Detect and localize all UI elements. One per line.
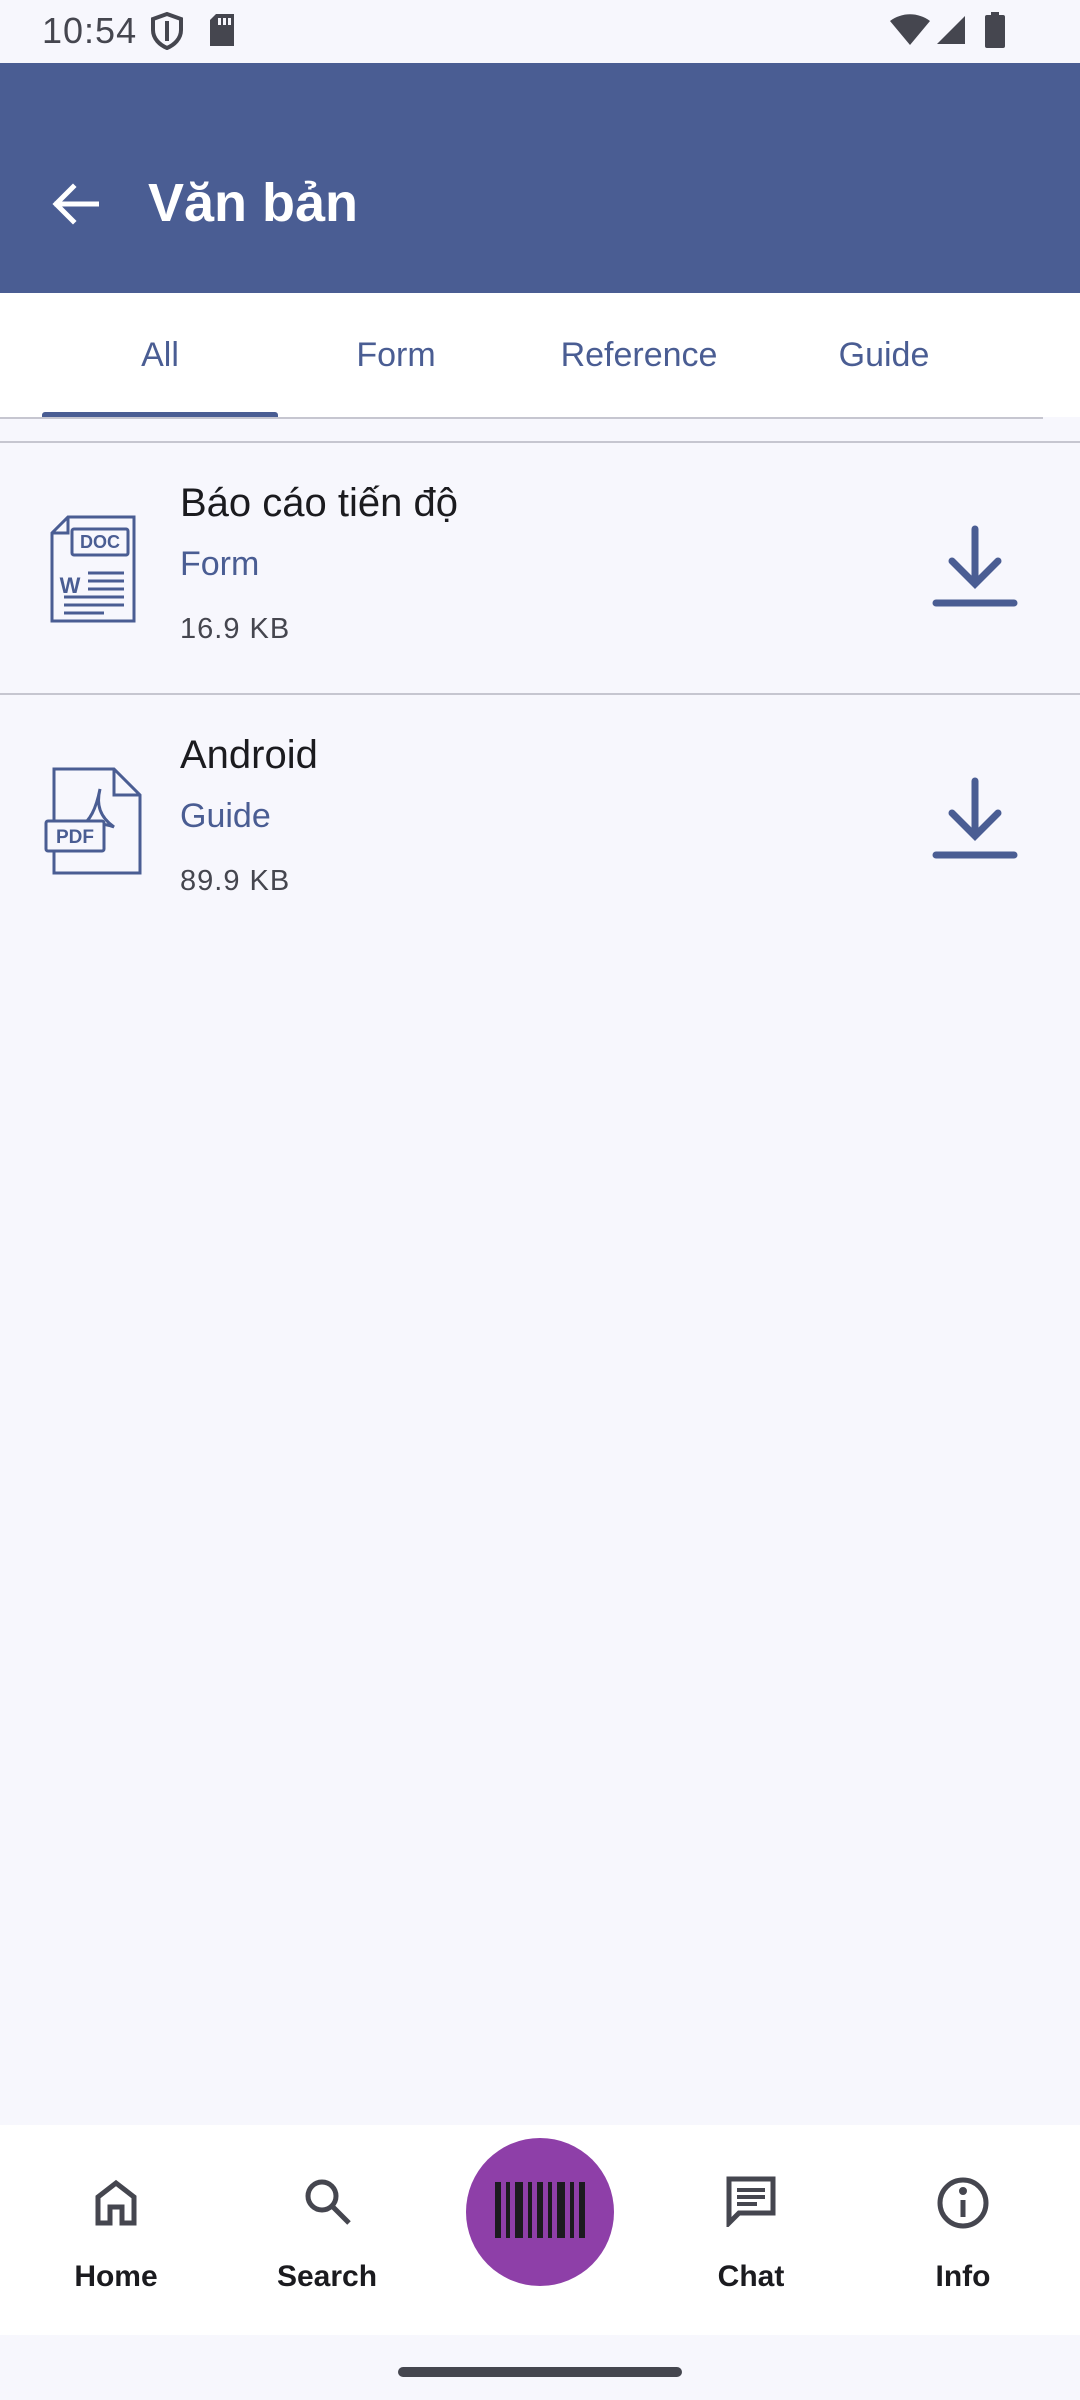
tab-underline (0, 417, 1043, 419)
list-item[interactable]: DOC W Báo cáo tiến độ Form 16.9 KB (0, 443, 1080, 693)
app-bar: Văn bản (0, 63, 1080, 293)
nav-label-chat: Chat (717, 2260, 785, 2293)
download-icon (930, 773, 1020, 868)
battery-icon (985, 12, 1005, 53)
gesture-handle[interactable] (398, 2367, 682, 2377)
scan-button[interactable] (466, 2138, 614, 2286)
tab-bar: All Form Reference Guide (0, 293, 1080, 419)
svg-text:PDF: PDF (56, 827, 94, 848)
info-icon (935, 2175, 991, 2236)
cellular-signal-icon (935, 14, 967, 51)
document-title: Báo cáo tiến độ (180, 481, 458, 525)
tab-form[interactable]: Form (278, 293, 514, 417)
nav-label-home: Home (74, 2260, 158, 2293)
document-category: Form (180, 545, 260, 583)
svg-text:DOC: DOC (80, 532, 120, 552)
document-size: 89.9 KB (180, 865, 291, 897)
status-bar: 10:54 (0, 0, 1080, 63)
barcode-scan-icon (495, 2181, 585, 2243)
download-button[interactable] (925, 513, 1025, 623)
nav-info[interactable]: Info (863, 2125, 1063, 2335)
nav-chat[interactable]: Chat (651, 2125, 851, 2335)
doc-file-icon: DOC W (44, 513, 144, 628)
document-size: 16.9 KB (180, 613, 291, 645)
tab-guide[interactable]: Guide (764, 293, 1004, 417)
svg-text:W: W (60, 573, 81, 598)
nav-label-info: Info (935, 2260, 991, 2293)
download-icon (930, 521, 1020, 616)
nav-search[interactable]: Search (227, 2125, 427, 2335)
wifi-icon (890, 14, 930, 51)
nav-home[interactable]: Home (16, 2125, 216, 2335)
status-time: 10:54 (42, 10, 138, 51)
arrow-back-icon (51, 182, 100, 230)
list-item[interactable]: PDF Android Guide 89.9 KB (0, 695, 1080, 945)
nav-label-search: Search (276, 2260, 378, 2293)
document-title: Android (180, 733, 318, 777)
back-button[interactable] (30, 161, 120, 251)
gesture-area (0, 2335, 1080, 2400)
page-title: Văn bản (148, 173, 359, 233)
tab-all[interactable]: All (42, 293, 278, 417)
shield-icon (150, 11, 184, 55)
home-icon (90, 2175, 142, 2232)
chat-icon (725, 2175, 777, 2232)
sd-card-icon (208, 12, 236, 53)
pdf-file-icon: PDF (44, 765, 144, 880)
search-icon (301, 2175, 353, 2232)
download-button[interactable] (925, 765, 1025, 875)
tab-reference[interactable]: Reference (514, 293, 764, 417)
document-category: Guide (180, 797, 271, 835)
